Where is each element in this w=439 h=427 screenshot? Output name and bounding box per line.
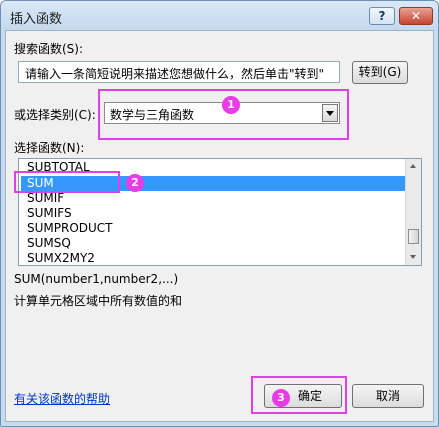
vertical-scrollbar[interactable] [405, 159, 421, 265]
help-button[interactable]: ? [369, 7, 395, 25]
list-item[interactable]: SUMIF [21, 191, 405, 206]
step-marker-2: 2 [126, 174, 144, 192]
scrollbar-thumb[interactable] [408, 229, 419, 244]
category-label: 或选择类别(C): [14, 108, 96, 122]
list-item[interactable]: SUMSQ [21, 236, 405, 251]
function-description: 计算单元格区域中所有数值的和 [14, 294, 183, 308]
close-button[interactable]: ✕ [399, 7, 433, 25]
search-input[interactable]: 请输入一条简短说明来描述您想做什么，然后单击"转到" [18, 61, 340, 83]
goto-button[interactable]: 转到(G) [352, 61, 408, 84]
scroll-up-icon[interactable] [406, 159, 421, 174]
cancel-button[interactable]: 取消 [352, 384, 424, 408]
dialog-title: 插入函数 [10, 12, 63, 27]
title-bar: 插入函数 ? ✕ [1, 1, 438, 31]
function-help-link[interactable]: 有关该函数的帮助 [14, 390, 110, 407]
function-syntax: SUM(number1,number2,...) [14, 272, 179, 286]
scroll-down-icon[interactable] [406, 250, 421, 265]
highlight-box-sum [14, 171, 120, 193]
list-item[interactable]: SUMPRODUCT [21, 221, 405, 236]
highlight-box-category [98, 89, 349, 140]
step-marker-1: 1 [222, 96, 240, 114]
question-icon: ? [378, 9, 386, 23]
list-item[interactable]: SUMX2MY2 [21, 251, 405, 265]
step-marker-3: 3 [272, 389, 290, 407]
list-item[interactable]: SUMIFS [21, 206, 405, 221]
search-label: 搜索函数(S): [14, 42, 84, 56]
highlight-box-ok [251, 376, 347, 414]
function-list-label: 选择函数(N): [14, 141, 85, 155]
close-icon: ✕ [410, 9, 422, 23]
